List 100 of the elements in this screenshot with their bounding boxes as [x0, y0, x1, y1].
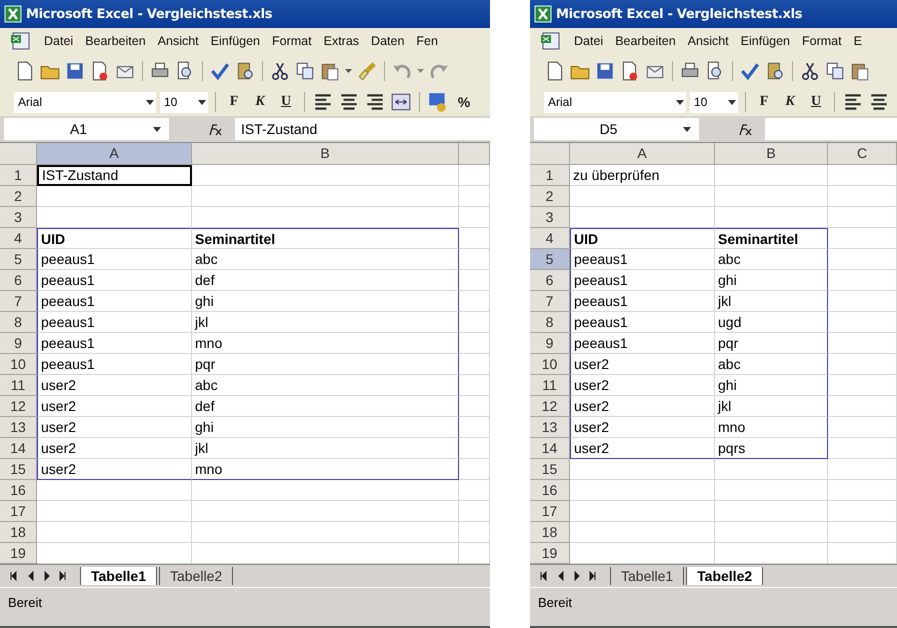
column-header[interactable]: A: [570, 143, 715, 165]
menu-item[interactable]: Datei: [40, 34, 78, 48]
row-header[interactable]: 2: [0, 186, 37, 207]
row-header[interactable]: 16: [530, 480, 570, 501]
paintbrush-icon[interactable]: [356, 60, 378, 82]
menu-item[interactable]: Extras: [320, 34, 364, 48]
row-header[interactable]: 3: [0, 207, 37, 228]
function-icon[interactable]: [207, 122, 223, 136]
table-cell: [459, 312, 490, 333]
row-header[interactable]: 7: [0, 291, 37, 312]
row-header[interactable]: 8: [530, 312, 570, 333]
table-cell: [828, 270, 897, 291]
sheet-tab[interactable]: Tabelle2: [686, 567, 764, 585]
workbook-icon[interactable]: [10, 31, 32, 51]
merge-cells-icon[interactable]: [390, 91, 412, 113]
row-header[interactable]: 13: [0, 417, 37, 438]
menu-item[interactable]: Format: [798, 34, 846, 48]
name-box[interactable]: A1: [4, 118, 169, 140]
font-dropdown[interactable]: Arial: [14, 92, 156, 112]
row-header[interactable]: 10: [0, 354, 37, 375]
table-cell: [459, 417, 490, 438]
row-header[interactable]: 16: [0, 480, 37, 501]
column-header[interactable]: C: [828, 143, 897, 165]
sheet-tab[interactable]: Tabelle2: [159, 567, 234, 585]
row-header[interactable]: 19: [530, 543, 570, 564]
table-cell: abc: [192, 249, 459, 270]
copy-icon[interactable]: [824, 60, 846, 82]
menu-item[interactable]: E: [850, 34, 866, 48]
font-size-dropdown[interactable]: 10: [690, 92, 738, 112]
style-button[interactable]: U: [805, 91, 827, 113]
row-header[interactable]: 14: [0, 438, 37, 459]
row-header[interactable]: 17: [530, 501, 570, 522]
row-header[interactable]: 15: [530, 459, 570, 480]
cut-icon[interactable]: [799, 60, 821, 82]
column-header[interactable]: B: [715, 143, 828, 165]
table-cell: user2: [570, 396, 715, 417]
menu-item[interactable]: Bearbeiten: [611, 34, 680, 48]
column-header[interactable]: B: [192, 143, 459, 165]
row-header[interactable]: 18: [530, 522, 570, 543]
table-cell: peeaus1: [570, 291, 715, 312]
sheet-tab[interactable]: Tabelle1: [80, 567, 157, 585]
menu-item[interactable]: Ansicht: [154, 34, 203, 48]
column-header[interactable]: A: [37, 143, 192, 165]
menu-item[interactable]: Einfügen: [736, 34, 794, 48]
row-header[interactable]: 9: [530, 333, 570, 354]
table-cell: def: [192, 270, 459, 291]
row-header[interactable]: 12: [530, 396, 570, 417]
table-cell: ghi: [715, 270, 828, 291]
sheet-tab[interactable]: Tabelle1: [610, 567, 684, 585]
row-header[interactable]: 2: [530, 186, 570, 207]
name-box[interactable]: D5: [534, 118, 699, 140]
menu-item[interactable]: Datei: [570, 34, 608, 48]
row-header[interactable]: 4: [530, 228, 570, 249]
row-header[interactable]: 1: [0, 165, 37, 186]
row-header[interactable]: 8: [0, 312, 37, 333]
row-header[interactable]: 14: [530, 438, 570, 459]
menu-item[interactable]: Daten: [367, 34, 408, 48]
row-header[interactable]: 10: [530, 354, 570, 375]
menu-item[interactable]: Format: [268, 34, 316, 48]
cut-icon[interactable]: [269, 60, 291, 82]
style-button[interactable]: F: [223, 91, 245, 113]
row-header[interactable]: 11: [530, 375, 570, 396]
formula-field[interactable]: IST-Zustand: [235, 118, 490, 140]
row-header[interactable]: 19: [0, 543, 37, 564]
row-header[interactable]: 6: [530, 270, 570, 291]
table-cell: abc: [192, 375, 459, 396]
menu-item[interactable]: Fen: [412, 34, 442, 48]
menu-item[interactable]: Ansicht: [684, 34, 733, 48]
row-header[interactable]: 17: [0, 501, 37, 522]
table-cell: user2: [37, 438, 192, 459]
menu-item[interactable]: Bearbeiten: [81, 34, 150, 48]
font-dropdown[interactable]: Arial: [544, 92, 686, 112]
table-cell: pqrs: [715, 438, 828, 459]
row-header[interactable]: 7: [530, 291, 570, 312]
row-header[interactable]: 12: [0, 396, 37, 417]
style-button[interactable]: F: [753, 91, 775, 113]
table-cell: [828, 207, 897, 228]
row-header[interactable]: 18: [0, 522, 37, 543]
row-header[interactable]: 5: [530, 249, 570, 270]
table-cell: [828, 228, 897, 249]
row-header[interactable]: 9: [0, 333, 37, 354]
menu-item[interactable]: Einfügen: [206, 34, 264, 48]
row-header[interactable]: 15: [0, 459, 37, 480]
table-cell: pqr: [715, 333, 828, 354]
row-header[interactable]: 11: [0, 375, 37, 396]
style-button[interactable]: K: [779, 91, 801, 113]
table-cell: [459, 270, 490, 291]
copy-icon[interactable]: [294, 60, 316, 82]
percent-button[interactable]: %: [453, 91, 475, 113]
row-header[interactable]: 4: [0, 228, 37, 249]
font-size-dropdown[interactable]: 10: [160, 92, 208, 112]
row-header[interactable]: 13: [530, 417, 570, 438]
style-button[interactable]: K: [249, 91, 271, 113]
function-icon[interactable]: [737, 122, 753, 136]
row-header[interactable]: 6: [0, 270, 37, 291]
row-header[interactable]: 5: [0, 249, 37, 270]
workbook-icon[interactable]: [540, 31, 562, 51]
row-header[interactable]: 1: [530, 165, 570, 186]
row-header[interactable]: 3: [530, 207, 570, 228]
style-button[interactable]: U: [275, 91, 297, 113]
